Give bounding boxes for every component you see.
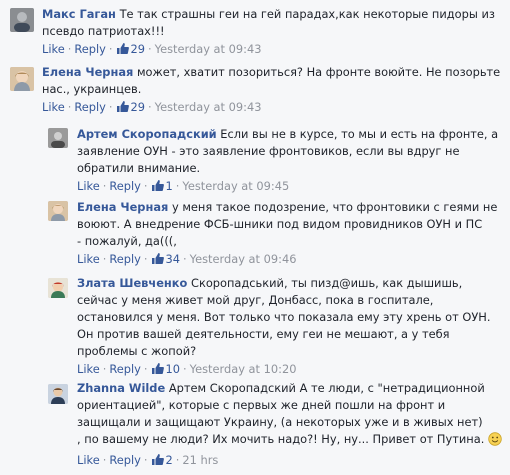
reply-thread: Артем Скоропадский Если вы не в курсе, т…: [48, 118, 510, 475]
timestamp[interactable]: Yesterday at 10:20: [190, 362, 297, 376]
thumbs-up-icon: [151, 362, 164, 379]
like-count[interactable]: 29: [131, 100, 146, 114]
timestamp[interactable]: Yesterday at 09:43: [155, 100, 262, 114]
like-count[interactable]: 2: [166, 453, 173, 467]
comment-author[interactable]: Артем Скоропадский: [77, 127, 217, 141]
comment-author[interactable]: Злата Шевченко: [77, 276, 187, 290]
avatar[interactable]: [48, 128, 68, 148]
comment-actions: Like · Reply · 1 · Yesterday at 09:45: [77, 179, 503, 196]
avatar[interactable]: [10, 67, 34, 91]
timestamp[interactable]: Yesterday at 09:45: [182, 179, 289, 193]
reply-link[interactable]: Reply: [74, 42, 106, 56]
comment-author[interactable]: Макс Гаган: [42, 7, 116, 21]
smiley-emoji-icon: [488, 432, 503, 451]
like-count[interactable]: 29: [131, 42, 146, 56]
reply-link[interactable]: Reply: [74, 100, 106, 114]
comment-author[interactable]: Zhanna Wilde: [77, 381, 165, 395]
like-link[interactable]: Like: [42, 42, 65, 56]
avatar[interactable]: [48, 278, 68, 298]
reply-link[interactable]: Reply: [109, 362, 141, 376]
avatar[interactable]: [10, 8, 34, 32]
like-link[interactable]: Like: [77, 362, 100, 376]
reply-link[interactable]: Reply: [109, 179, 141, 193]
like-link[interactable]: Like: [42, 100, 65, 114]
avatar[interactable]: [48, 384, 68, 404]
reply-link[interactable]: Reply: [109, 453, 141, 467]
like-count[interactable]: 34: [166, 252, 181, 266]
like-count[interactable]: 10: [166, 362, 181, 376]
comment-author[interactable]: Елена Черная: [77, 200, 168, 214]
thumbs-up-icon: [116, 100, 129, 117]
thumbs-up-icon: [151, 453, 164, 470]
like-link[interactable]: Like: [77, 179, 100, 193]
comment-actions: Like · Reply · 10 · Yesterday at 10:20: [77, 362, 503, 379]
thumbs-up-icon: [116, 42, 129, 59]
like-count[interactable]: 1: [166, 179, 173, 193]
timestamp[interactable]: Yesterday at 09:46: [190, 252, 297, 266]
reply-link[interactable]: Reply: [109, 252, 141, 266]
comment-author[interactable]: Елена Черная: [42, 65, 133, 79]
like-link[interactable]: Like: [77, 252, 100, 266]
comment-actions: Like · Reply · 29 · Yesterday at 09:43: [42, 42, 502, 59]
timestamp[interactable]: 21 hrs: [182, 453, 218, 467]
comment-actions: Like · Reply · 2 · 21 hrs: [77, 453, 503, 470]
comment-actions: Like · Reply · 34 · Yesterday at 09:46: [77, 252, 503, 269]
timestamp[interactable]: Yesterday at 09:43: [155, 42, 262, 56]
avatar[interactable]: [48, 201, 68, 221]
like-link[interactable]: Like: [77, 453, 100, 467]
thumbs-up-icon: [151, 252, 164, 269]
thumbs-up-icon: [151, 179, 164, 196]
comment-actions: Like · Reply · 29 · Yesterday at 09:43: [42, 100, 502, 117]
